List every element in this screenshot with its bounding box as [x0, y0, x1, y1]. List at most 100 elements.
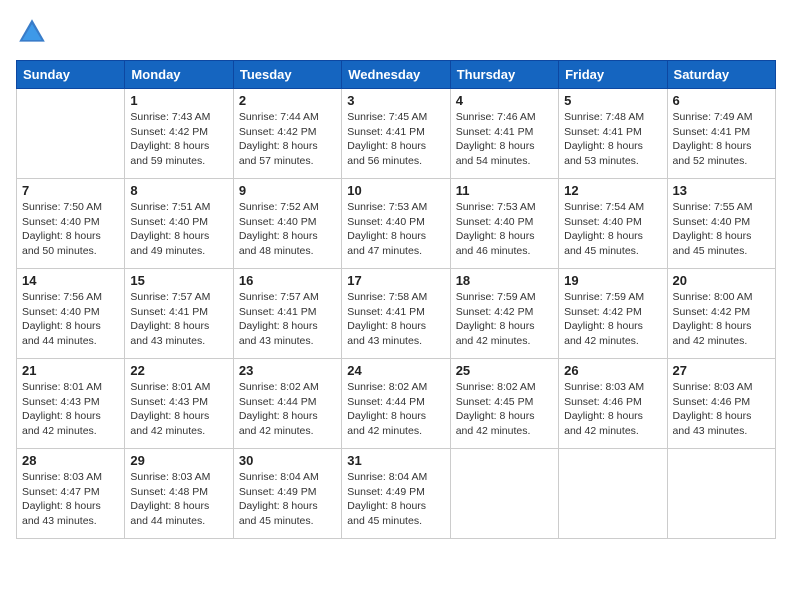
- calendar-cell: 12 Sunrise: 7:54 AMSunset: 4:40 PMDayligh…: [559, 179, 667, 269]
- calendar-cell: 3 Sunrise: 7:45 AMSunset: 4:41 PMDaylight…: [342, 89, 450, 179]
- calendar-cell: 7Sunrise: 7:50 AMSunset: 4:40 PMDaylight…: [17, 179, 125, 269]
- calendar-cell: 24 Sunrise: 8:02 AMSunset: 4:44 PMDayligh…: [342, 359, 450, 449]
- calendar-cell: 22 Sunrise: 8:01 AMSunset: 4:43 PMDayligh…: [125, 359, 233, 449]
- day-info: Sunrise: 8:03 AMSunset: 4:47 PMDaylight:…: [22, 470, 119, 529]
- day-number: 20: [673, 273, 770, 288]
- day-header-tuesday: Tuesday: [233, 61, 341, 89]
- calendar-cell: 6 Sunrise: 7:49 AMSunset: 4:41 PMDaylight…: [667, 89, 775, 179]
- day-number: 11: [456, 183, 553, 198]
- calendar-week-row: 14Sunrise: 7:56 AMSunset: 4:40 PMDayligh…: [17, 269, 776, 359]
- calendar-cell: [667, 449, 775, 539]
- day-number: 16: [239, 273, 336, 288]
- day-number: 18: [456, 273, 553, 288]
- day-info: Sunrise: 7:53 AMSunset: 4:40 PMDaylight:…: [347, 200, 444, 259]
- day-info: Sunrise: 7:49 AMSunset: 4:41 PMDaylight:…: [673, 110, 770, 169]
- calendar-cell: 30 Sunrise: 8:04 AMSunset: 4:49 PMDayligh…: [233, 449, 341, 539]
- day-number: 14: [22, 273, 119, 288]
- calendar-cell: 20 Sunrise: 8:00 AMSunset: 4:42 PMDayligh…: [667, 269, 775, 359]
- calendar-cell: 2 Sunrise: 7:44 AMSunset: 4:42 PMDaylight…: [233, 89, 341, 179]
- day-number: 29: [130, 453, 227, 468]
- day-number: 4: [456, 93, 553, 108]
- day-header-sunday: Sunday: [17, 61, 125, 89]
- day-info: Sunrise: 8:01 AMSunset: 4:43 PMDaylight:…: [22, 380, 119, 439]
- day-number: 9: [239, 183, 336, 198]
- day-number: 3: [347, 93, 444, 108]
- day-info: Sunrise: 7:57 AMSunset: 4:41 PMDaylight:…: [239, 290, 336, 349]
- calendar-cell: 13 Sunrise: 7:55 AMSunset: 4:40 PMDayligh…: [667, 179, 775, 269]
- day-info: Sunrise: 8:00 AMSunset: 4:42 PMDaylight:…: [673, 290, 770, 349]
- day-number: 31: [347, 453, 444, 468]
- day-info: Sunrise: 8:02 AMSunset: 4:45 PMDaylight:…: [456, 380, 553, 439]
- day-number: 28: [22, 453, 119, 468]
- day-info: Sunrise: 7:57 AMSunset: 4:41 PMDaylight:…: [130, 290, 227, 349]
- calendar-cell: 10 Sunrise: 7:53 AMSunset: 4:40 PMDayligh…: [342, 179, 450, 269]
- logo-icon: [16, 16, 48, 48]
- calendar-week-row: 21 Sunrise: 8:01 AMSunset: 4:43 PMDayligh…: [17, 359, 776, 449]
- calendar-cell: [450, 449, 558, 539]
- calendar-week-row: 28 Sunrise: 8:03 AMSunset: 4:47 PMDayligh…: [17, 449, 776, 539]
- day-number: 19: [564, 273, 661, 288]
- day-info: Sunrise: 7:52 AMSunset: 4:40 PMDaylight:…: [239, 200, 336, 259]
- calendar-cell: 4Sunrise: 7:46 AMSunset: 4:41 PMDaylight…: [450, 89, 558, 179]
- calendar-cell: 19 Sunrise: 7:59 AMSunset: 4:42 PMDayligh…: [559, 269, 667, 359]
- day-number: 21: [22, 363, 119, 378]
- day-info: Sunrise: 7:58 AMSunset: 4:41 PMDaylight:…: [347, 290, 444, 349]
- day-info: Sunrise: 8:03 AMSunset: 4:46 PMDaylight:…: [673, 380, 770, 439]
- day-number: 12: [564, 183, 661, 198]
- day-number: 10: [347, 183, 444, 198]
- calendar-cell: 18 Sunrise: 7:59 AMSunset: 4:42 PMDayligh…: [450, 269, 558, 359]
- day-info: Sunrise: 7:55 AMSunset: 4:40 PMDaylight:…: [673, 200, 770, 259]
- calendar-cell: 25 Sunrise: 8:02 AMSunset: 4:45 PMDayligh…: [450, 359, 558, 449]
- day-number: 30: [239, 453, 336, 468]
- day-info: Sunrise: 8:02 AMSunset: 4:44 PMDaylight:…: [347, 380, 444, 439]
- day-info: Sunrise: 7:53 AMSunset: 4:40 PMDaylight:…: [456, 200, 553, 259]
- calendar-cell: 8Sunrise: 7:51 AMSunset: 4:40 PMDaylight…: [125, 179, 233, 269]
- calendar-cell: 29Sunrise: 8:03 AMSunset: 4:48 PMDayligh…: [125, 449, 233, 539]
- day-number: 7: [22, 183, 119, 198]
- day-number: 6: [673, 93, 770, 108]
- calendar-cell: 17 Sunrise: 7:58 AMSunset: 4:41 PMDayligh…: [342, 269, 450, 359]
- day-number: 26: [564, 363, 661, 378]
- day-info: Sunrise: 8:04 AMSunset: 4:49 PMDaylight:…: [347, 470, 444, 529]
- day-info: Sunrise: 8:01 AMSunset: 4:43 PMDaylight:…: [130, 380, 227, 439]
- calendar-cell: 5 Sunrise: 7:48 AMSunset: 4:41 PMDaylight…: [559, 89, 667, 179]
- day-info: Sunrise: 7:54 AMSunset: 4:40 PMDaylight:…: [564, 200, 661, 259]
- day-info: Sunrise: 8:04 AMSunset: 4:49 PMDaylight:…: [239, 470, 336, 529]
- day-header-wednesday: Wednesday: [342, 61, 450, 89]
- calendar-cell: 23 Sunrise: 8:02 AMSunset: 4:44 PMDayligh…: [233, 359, 341, 449]
- day-info: Sunrise: 7:48 AMSunset: 4:41 PMDaylight:…: [564, 110, 661, 169]
- calendar-header-row: SundayMondayTuesdayWednesdayThursdayFrid…: [17, 61, 776, 89]
- day-number: 5: [564, 93, 661, 108]
- logo: [16, 16, 52, 48]
- calendar-cell: 21 Sunrise: 8:01 AMSunset: 4:43 PMDayligh…: [17, 359, 125, 449]
- day-number: 15: [130, 273, 227, 288]
- day-number: 24: [347, 363, 444, 378]
- day-number: 2: [239, 93, 336, 108]
- calendar-cell: 16 Sunrise: 7:57 AMSunset: 4:41 PMDayligh…: [233, 269, 341, 359]
- day-info: Sunrise: 8:03 AMSunset: 4:46 PMDaylight:…: [564, 380, 661, 439]
- calendar-cell: [559, 449, 667, 539]
- calendar-table: SundayMondayTuesdayWednesdayThursdayFrid…: [16, 60, 776, 539]
- calendar-cell: 26 Sunrise: 8:03 AMSunset: 4:46 PMDayligh…: [559, 359, 667, 449]
- day-info: Sunrise: 7:44 AMSunset: 4:42 PMDaylight:…: [239, 110, 336, 169]
- calendar-cell: 15 Sunrise: 7:57 AMSunset: 4:41 PMDayligh…: [125, 269, 233, 359]
- day-info: Sunrise: 8:02 AMSunset: 4:44 PMDaylight:…: [239, 380, 336, 439]
- day-info: Sunrise: 7:45 AMSunset: 4:41 PMDaylight:…: [347, 110, 444, 169]
- day-header-monday: Monday: [125, 61, 233, 89]
- day-info: Sunrise: 7:59 AMSunset: 4:42 PMDaylight:…: [456, 290, 553, 349]
- day-header-friday: Friday: [559, 61, 667, 89]
- calendar-cell: 28 Sunrise: 8:03 AMSunset: 4:47 PMDayligh…: [17, 449, 125, 539]
- day-number: 25: [456, 363, 553, 378]
- day-number: 17: [347, 273, 444, 288]
- calendar-cell: 14Sunrise: 7:56 AMSunset: 4:40 PMDayligh…: [17, 269, 125, 359]
- page-header: [16, 16, 776, 48]
- calendar-cell: 9 Sunrise: 7:52 AMSunset: 4:40 PMDaylight…: [233, 179, 341, 269]
- day-number: 22: [130, 363, 227, 378]
- day-number: 8: [130, 183, 227, 198]
- day-header-saturday: Saturday: [667, 61, 775, 89]
- day-number: 23: [239, 363, 336, 378]
- day-header-thursday: Thursday: [450, 61, 558, 89]
- day-info: Sunrise: 7:59 AMSunset: 4:42 PMDaylight:…: [564, 290, 661, 349]
- calendar-cell: 27Sunrise: 8:03 AMSunset: 4:46 PMDayligh…: [667, 359, 775, 449]
- day-number: 13: [673, 183, 770, 198]
